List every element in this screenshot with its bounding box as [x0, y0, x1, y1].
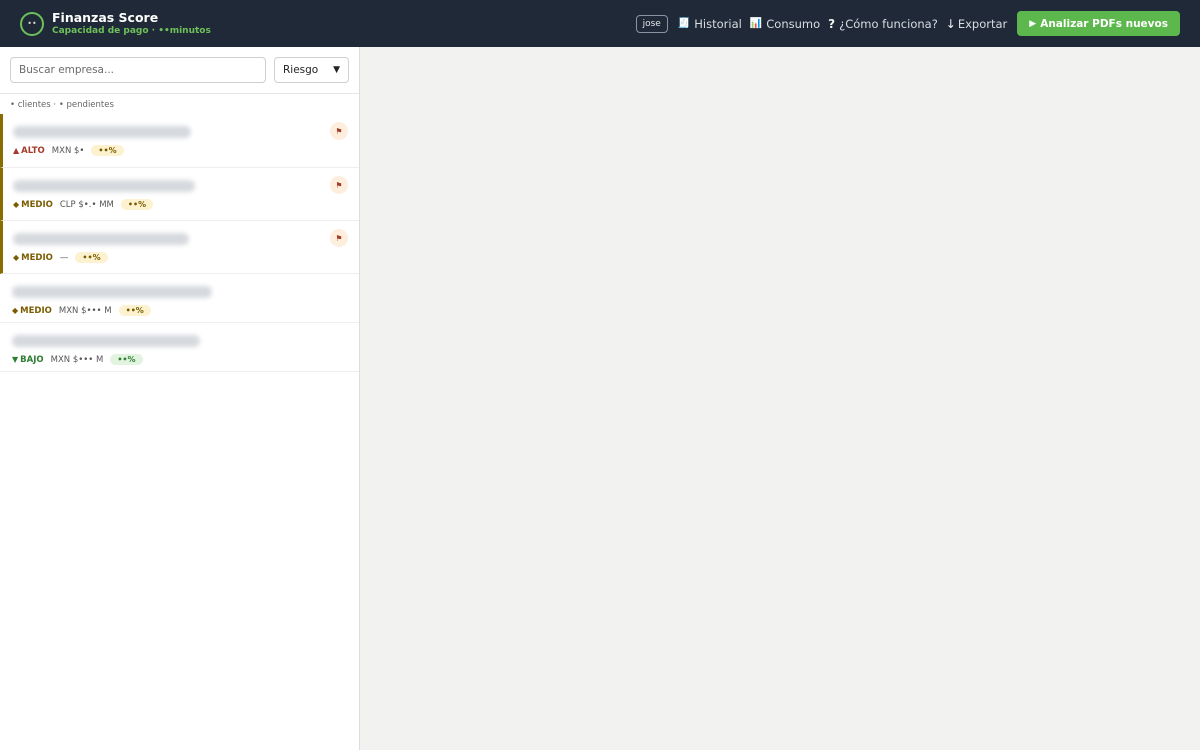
amount: MXN $••• M	[50, 354, 104, 365]
risk-label: BAJO	[20, 354, 44, 365]
risk-badge: ▲ ALTO	[13, 146, 45, 156]
detail-panel-empty	[361, 47, 1200, 750]
company-meta: ▲ ALTO MXN $• ••%	[13, 145, 349, 156]
bar-chart-icon: 📊	[749, 18, 763, 29]
risk-label: ALTO	[21, 145, 45, 156]
amount: CLP $•.• MM	[59, 199, 114, 210]
logo-icon: ••	[20, 11, 44, 36]
company-meta: ◆ MEDIO — ••%	[13, 252, 349, 263]
question-icon: ?	[828, 16, 836, 31]
analyze-pdfs-label: Analizar PDFs nuevos	[1040, 17, 1168, 30]
score-pill: ••%	[75, 252, 108, 263]
score-pill: ••%	[118, 305, 151, 316]
nav-historial-link[interactable]: 🧾 Historial	[678, 17, 742, 31]
company-list-item[interactable]: ◆ MEDIO CLP $•.• MM ••% ⚑	[0, 168, 359, 221]
filter-bar: Riesgo ▼	[0, 47, 359, 94]
company-search-input[interactable]	[10, 57, 266, 83]
top-nav: jose 🧾 Historial 📊 Consumo ? ¿Cómo funci…	[635, 11, 1180, 36]
company-meta: ◆ MEDIO CLP $•.• MM ••%	[13, 199, 349, 210]
nav-export-link[interactable]: ↓ Exportar	[946, 17, 1007, 31]
risk-label: MEDIO	[20, 305, 52, 316]
client-counts: • clientes · • pendientes	[10, 100, 114, 110]
flag-icon[interactable]: ⚑	[330, 176, 348, 194]
triangle-down-icon: ▼	[12, 355, 19, 364]
company-list-item[interactable]: ◆ MEDIO — ••% ⚑	[0, 221, 359, 274]
play-icon: ▶	[1029, 18, 1037, 29]
receipt-icon: 🧾	[677, 18, 691, 29]
chevron-down-icon: ▼	[333, 65, 340, 75]
risk-badge: ◆ MEDIO	[12, 306, 52, 316]
risk-label: MEDIO	[21, 252, 53, 263]
top-bar: •• Finanzas Score Capacidad de pago · ••…	[0, 0, 1200, 47]
company-meta: ◆ MEDIO MXN $••• M ••%	[12, 305, 349, 316]
company-list-item[interactable]: ◆ MEDIO MXN $••• M ••%	[0, 274, 359, 323]
company-sidebar: Riesgo ▼ • clientes · • pendientes ▲ ALT…	[0, 47, 360, 750]
amount: —	[59, 252, 69, 263]
nav-help-link[interactable]: ? ¿Cómo funciona?	[828, 17, 938, 31]
company-list-item[interactable]: ▲ ALTO MXN $• ••% ⚑	[0, 114, 359, 168]
score-pill: ••%	[120, 199, 154, 210]
company-meta: ▼ BAJO MXN $••• M ••%	[12, 354, 349, 365]
company-list-item[interactable]: ▼ BAJO MXN $••• M ••%	[0, 323, 359, 372]
score-pill: ••%	[91, 145, 124, 156]
sort-select-value: Riesgo	[283, 64, 319, 76]
app-subtitle: Capacidad de pago · ••minutos	[52, 25, 211, 36]
score-pill: ••%	[110, 354, 143, 365]
brand: Finanzas Score Capacidad de pago · ••min…	[52, 10, 211, 36]
nav-consumo-link[interactable]: 📊 Consumo	[750, 17, 820, 31]
company-name-redacted	[13, 126, 191, 138]
risk-label: MEDIO	[21, 199, 53, 210]
flag-icon[interactable]: ⚑	[330, 229, 348, 247]
triangle-up-icon: ▲	[13, 146, 20, 155]
risk-badge: ▼ BAJO	[12, 355, 44, 365]
sort-select[interactable]: Riesgo ▼	[274, 57, 349, 83]
risk-badge: ◆ MEDIO	[13, 253, 53, 263]
nav-export-label: Exportar	[957, 16, 1008, 31]
risk-badge: ◆ MEDIO	[13, 200, 53, 210]
analyze-pdfs-button[interactable]: ▶ Analizar PDFs nuevos	[1017, 11, 1180, 36]
nav-consumo-label: Consumo	[766, 16, 821, 31]
nav-help-label: ¿Cómo funciona?	[839, 16, 938, 31]
company-name-redacted	[13, 233, 189, 245]
amount: MXN $•	[51, 145, 85, 156]
download-arrow-icon: ↓	[945, 16, 956, 31]
company-name-redacted	[13, 180, 195, 192]
diamond-icon: ◆	[13, 253, 20, 262]
user-badge[interactable]: jose	[635, 14, 668, 33]
amount: MXN $••• M	[58, 305, 112, 316]
flag-icon[interactable]: ⚑	[330, 122, 348, 140]
nav-historial-label: Historial	[694, 16, 742, 31]
diamond-icon: ◆	[12, 306, 19, 315]
diamond-icon: ◆	[13, 200, 20, 209]
app-title: Finanzas Score	[52, 10, 159, 26]
company-name-redacted	[12, 335, 200, 347]
company-name-redacted	[12, 286, 212, 298]
